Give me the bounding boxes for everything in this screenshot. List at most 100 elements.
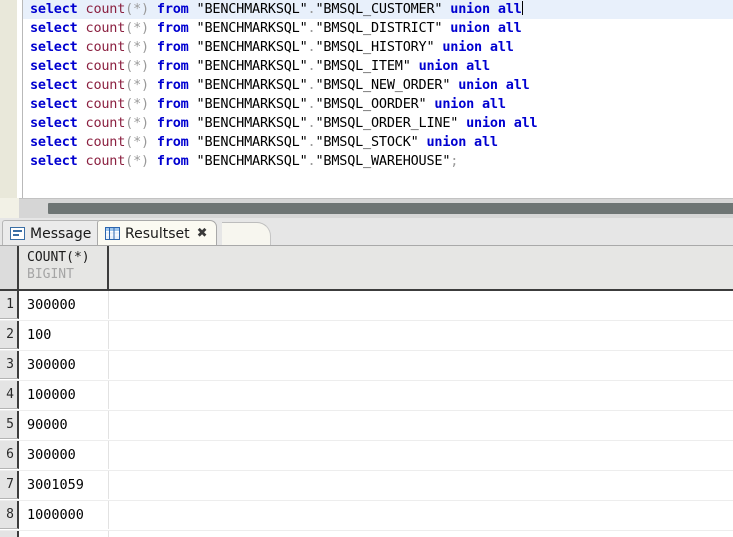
editor-annotation-gutter[interactable]: [0, 0, 18, 198]
sql-table-name: "BMSQL_ITEM": [315, 58, 411, 74]
tab-strip-tail: [222, 222, 271, 246]
sql-keyword-from: from: [156, 39, 189, 55]
table-header-cell-count[interactable]: COUNT(*) BIGINT: [21, 246, 109, 289]
row-empty-area: [110, 501, 733, 529]
resultset-table[interactable]: COUNT(*) BIGINT 1 300000 2 100 3 300000 4 10000…: [0, 246, 733, 537]
sql-keyword-select: select: [30, 77, 78, 93]
sql-line-5[interactable]: select count(*) from "BENCHMARKSQL"."BMS…: [23, 76, 733, 95]
sql-table-name: "BMSQL_NEW_ORDER": [315, 77, 451, 93]
row-empty-area: [110, 441, 733, 469]
sql-keyword-select: select: [30, 20, 78, 36]
sql-code-area[interactable]: select count(*) from "BENCHMARKSQL"."BMS…: [23, 0, 733, 198]
table-row[interactable]: 2 100: [0, 321, 733, 351]
row-number-cell[interactable]: 9: [0, 531, 19, 537]
cell-count-value[interactable]: 100: [21, 321, 109, 349]
sql-star-args: (*): [125, 39, 149, 55]
scrollbar-corner: [0, 198, 19, 218]
sql-star-args: (*): [125, 77, 149, 93]
row-empty-area: [110, 531, 733, 537]
close-icon[interactable]: ✖: [197, 227, 208, 240]
sql-keyword-select: select: [30, 153, 78, 169]
sql-keyword-union-all: union all: [458, 77, 530, 93]
cell-count-value[interactable]: 3001059: [21, 471, 109, 499]
table-row[interactable]: 4 100000: [0, 381, 733, 411]
tab-message[interactable]: Message: [2, 220, 101, 246]
row-number-cell[interactable]: 4: [0, 381, 19, 409]
column-type-label: BIGINT: [27, 267, 74, 282]
sql-line-4[interactable]: select count(*) from "BENCHMARKSQL"."BMS…: [23, 57, 733, 76]
sql-keyword-select: select: [30, 115, 78, 131]
sql-keyword-from: from: [156, 134, 189, 150]
sql-star-args: (*): [125, 20, 149, 36]
sql-line-9[interactable]: select count(*) from "BENCHMARKSQL"."BMS…: [23, 152, 733, 171]
sql-schema-name: "BENCHMARKSQL": [196, 39, 308, 55]
sql-line-6[interactable]: select count(*) from "BENCHMARKSQL"."BMS…: [23, 95, 733, 114]
row-number-cell[interactable]: 5: [0, 411, 19, 439]
sql-line-2[interactable]: select count(*) from "BENCHMARKSQL"."BMS…: [23, 19, 733, 38]
cell-count-value[interactable]: 1000000: [21, 501, 109, 529]
table-header-row: COUNT(*) BIGINT: [0, 246, 733, 291]
sql-line-7[interactable]: select count(*) from "BENCHMARKSQL"."BMS…: [23, 114, 733, 133]
table-row[interactable]: 6 300000: [0, 441, 733, 471]
sql-function-count: count: [85, 96, 126, 112]
sql-star-args: (*): [125, 96, 149, 112]
message-icon: [10, 227, 25, 240]
sql-table-name: "BMSQL_CUSTOMER": [315, 1, 443, 17]
tab-resultset[interactable]: Resultset ✖: [97, 220, 217, 246]
horizontal-scrollbar-thumb[interactable]: [48, 203, 733, 214]
sql-keyword-from: from: [156, 77, 189, 93]
cell-count-value[interactable]: 300000: [21, 351, 109, 379]
sql-keyword-union-all: union all: [450, 20, 522, 36]
sql-function-count: count: [85, 1, 126, 17]
row-empty-area: [110, 381, 733, 409]
table-row[interactable]: 8 1000000: [0, 501, 733, 531]
sql-schema-name: "BENCHMARKSQL": [196, 96, 308, 112]
row-number-cell[interactable]: 7: [0, 471, 19, 499]
cell-count-value[interactable]: 100000: [21, 381, 109, 409]
sql-function-count: count: [85, 115, 126, 131]
table-header-filler: [111, 246, 733, 289]
cell-count-value[interactable]: 300000: [21, 291, 109, 319]
row-empty-area: [110, 471, 733, 499]
row-number-cell[interactable]: 3: [0, 351, 19, 379]
row-number-cell[interactable]: 8: [0, 501, 19, 529]
table-row[interactable]: 3 300000: [0, 351, 733, 381]
sql-line-8[interactable]: select count(*) from "BENCHMARKSQL"."BMS…: [23, 133, 733, 152]
horizontal-scrollbar-track[interactable]: [19, 198, 733, 219]
cell-count-value[interactable]: 300000: [21, 441, 109, 469]
sql-keyword-union-all: union all: [434, 96, 506, 112]
table-row[interactable]: 7 3001059: [0, 471, 733, 501]
row-number-cell[interactable]: 2: [0, 321, 19, 349]
results-tab-bar: Message Resultset ✖: [0, 218, 733, 246]
cell-count-value[interactable]: 90000: [21, 411, 109, 439]
sql-keyword-select: select: [30, 1, 78, 17]
sql-function-count: count: [85, 153, 126, 169]
sql-line-3[interactable]: select count(*) from "BENCHMARKSQL"."BMS…: [23, 38, 733, 57]
tab-message-label: Message: [30, 225, 92, 242]
row-empty-area: [110, 351, 733, 379]
sql-star-args: (*): [125, 1, 149, 17]
sql-schema-name: "BENCHMARKSQL": [196, 134, 308, 150]
sql-keyword-select: select: [30, 39, 78, 55]
table-row[interactable]: 1 300000: [0, 291, 733, 321]
row-number-cell[interactable]: 1: [0, 291, 19, 319]
row-number-cell[interactable]: 6: [0, 441, 19, 469]
sql-star-args: (*): [125, 134, 149, 150]
sql-keyword-union-all: union all: [426, 134, 498, 150]
sql-schema-name: "BENCHMARKSQL": [196, 77, 308, 93]
sql-line-1[interactable]: select count(*) from "BENCHMARKSQL"."BMS…: [23, 0, 733, 19]
sql-keyword-union-all: union all: [418, 58, 491, 74]
table-row[interactable]: 910: [0, 531, 733, 537]
sql-statement-terminator: ;: [450, 153, 459, 169]
sql-schema-name: "BENCHMARKSQL": [196, 115, 308, 131]
cell-count-value[interactable]: 10: [21, 531, 109, 537]
sql-table-name: "BMSQL_HISTORY": [315, 39, 435, 55]
sql-keyword-from: from: [156, 153, 189, 169]
table-header-rownum-cell[interactable]: [0, 246, 19, 289]
sql-editor-panel[interactable]: select count(*) from "BENCHMARKSQL"."BMS…: [0, 0, 733, 198]
sql-keyword-from: from: [156, 115, 189, 131]
sql-table-name: "BMSQL_STOCK": [315, 134, 419, 150]
text-cursor: [521, 1, 523, 15]
row-empty-area: [110, 411, 733, 439]
table-row[interactable]: 5 90000: [0, 411, 733, 441]
